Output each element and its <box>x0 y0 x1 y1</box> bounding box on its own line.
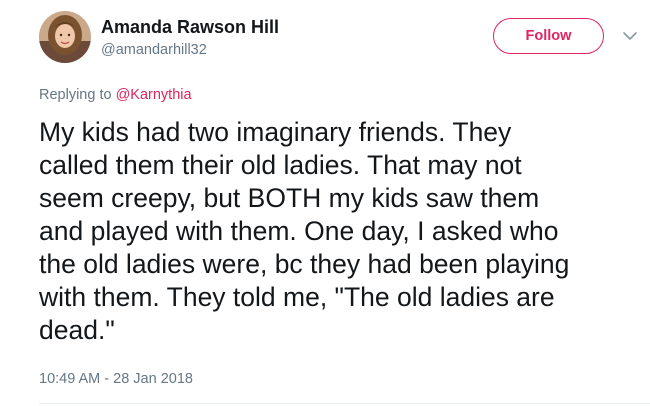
author-name[interactable]: Amanda Rawson Hill <box>101 17 279 38</box>
replying-to-label: Replying to <box>39 87 116 103</box>
tweet-timestamp[interactable]: 10:49 AM - 28 Jan 2018 <box>39 371 193 387</box>
follow-button[interactable]: Follow <box>493 18 604 54</box>
reply-mention-link[interactable]: @Karnythia <box>116 87 192 103</box>
chevron-down-icon[interactable] <box>621 29 639 43</box>
avatar-image <box>39 11 91 63</box>
author-handle[interactable]: @amandarhill32 <box>101 42 207 58</box>
tweet-card: Amanda Rawson Hill @amandarhill32 Follow… <box>0 0 650 406</box>
divider <box>39 403 650 404</box>
tweet-text: My kids had two imaginary friends. They … <box>39 117 570 345</box>
avatar[interactable] <box>39 11 91 63</box>
replying-to-line: Replying to @Karnythia <box>39 87 192 103</box>
